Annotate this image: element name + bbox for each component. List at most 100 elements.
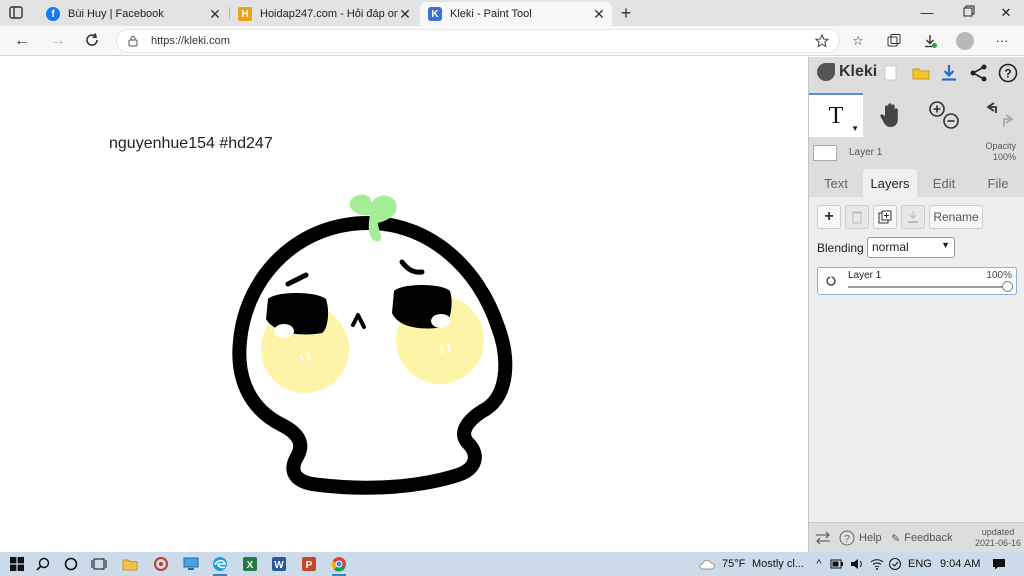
network-icon[interactable] [868, 555, 886, 573]
layer-thumbnail [822, 274, 840, 288]
hand-tool-button[interactable] [863, 93, 917, 137]
open-folder-icon[interactable] [911, 63, 931, 83]
current-layer-name: Layer 1 [849, 147, 883, 158]
address-bar[interactable]: https://kleki.com [116, 29, 840, 53]
tab-edit[interactable]: Edit [917, 169, 971, 197]
favorites-icon[interactable]: ☆ [850, 33, 866, 49]
weather-icon[interactable] [698, 555, 716, 573]
add-favorite-icon[interactable] [814, 33, 830, 48]
downloads-icon[interactable] [922, 33, 938, 49]
browser-tab-kleki[interactable]: K Kleki - Paint Tool ✕ [420, 2, 612, 26]
weather-temp[interactable]: 75°F [722, 558, 745, 570]
text-tool-button[interactable]: T ▼ [809, 93, 863, 137]
weather-summary[interactable]: Mostly cl... [752, 558, 804, 570]
tab-file[interactable]: File [971, 169, 1024, 197]
profile-avatar[interactable] [956, 32, 974, 50]
powerpoint-icon[interactable]: P [300, 555, 318, 573]
input-language[interactable]: ENG [908, 558, 932, 570]
file-explorer-icon[interactable] [121, 555, 139, 573]
pencil-icon: ✎ [891, 532, 901, 545]
cortana-icon[interactable] [62, 555, 80, 573]
close-icon[interactable]: ✕ [398, 6, 412, 23]
browser-tab-facebook[interactable]: f Bùi Huy | Facebook ✕ [38, 2, 228, 26]
share-icon[interactable] [969, 63, 989, 83]
hand-icon [880, 103, 898, 127]
url-text[interactable]: https://kleki.com [151, 35, 230, 47]
rename-layer-button[interactable]: Rename [929, 205, 983, 229]
volume-icon[interactable] [848, 555, 866, 573]
blending-select[interactable]: normal ▼ [867, 237, 955, 258]
windows-start-icon[interactable] [8, 555, 26, 573]
svg-text:P: P [306, 560, 313, 571]
task-view-icon[interactable] [90, 555, 108, 573]
question-icon: ? [839, 530, 855, 546]
layer-thumbnail [813, 145, 837, 161]
desktop-app-icon[interactable] [182, 555, 200, 573]
lock-icon[interactable] [127, 35, 139, 47]
add-layer-button[interactable]: + [817, 205, 841, 229]
chrome-icon[interactable] [330, 555, 348, 576]
forward-icon[interactable]: → [48, 32, 68, 50]
swap-side-button[interactable] [815, 523, 831, 553]
close-window-icon[interactable]: ✕ [997, 4, 1015, 22]
new-tab-button[interactable]: + [616, 3, 636, 23]
layer-name: Layer 1 [848, 270, 882, 281]
layer-opacity-track[interactable] [848, 286, 1008, 288]
updated-info: updated 2021-06-16 [975, 527, 1021, 549]
back-icon[interactable]: ← [12, 32, 32, 50]
tool-row: T ▼ [809, 93, 1024, 137]
battery-icon[interactable] [828, 555, 846, 573]
svg-text:X: X [247, 560, 254, 571]
hoidap-icon: H [238, 7, 252, 21]
more-menu-icon[interactable]: ··· [994, 33, 1010, 49]
edge-browser-icon[interactable] [211, 555, 229, 576]
delete-layer-button[interactable] [845, 205, 869, 229]
collections-icon[interactable] [886, 33, 902, 49]
drawing-canvas[interactable]: nguyenhue154 #hd247 [0, 57, 808, 552]
opacity-readout: Opacity 100% [985, 141, 1016, 163]
app-red-icon[interactable] [152, 555, 170, 573]
undo-redo-button[interactable] [971, 93, 1024, 137]
layers-tab-panel: + Rename Blending normal ▼ Layer 1 100% [809, 197, 1024, 522]
chevron-up-icon[interactable]: ^ [810, 555, 828, 573]
close-icon[interactable]: ✕ [208, 6, 222, 23]
restore-icon[interactable] [960, 4, 978, 22]
tab-actions-icon[interactable] [8, 5, 26, 21]
help-icon[interactable]: ? [998, 63, 1018, 83]
browser-tab-hoidap[interactable]: H Hoidap247.com - Hỏi đáp online ✕ [230, 2, 418, 26]
layer-list-item[interactable]: Layer 1 100% [817, 267, 1017, 295]
facebook-icon: f [46, 7, 60, 21]
notifications-icon[interactable] [990, 555, 1008, 573]
layer-opacity-slider-handle[interactable] [1002, 281, 1013, 292]
search-icon[interactable] [34, 555, 52, 573]
download-icon[interactable] [939, 63, 959, 83]
chevron-down-icon[interactable]: ▼ [851, 124, 859, 133]
new-image-icon[interactable] [881, 63, 901, 83]
minimize-icon[interactable]: — [918, 4, 936, 22]
blending-label: Blending [817, 241, 864, 255]
help-button[interactable]: ? Help [839, 523, 882, 553]
clock-time[interactable]: 9:04 AM [940, 558, 980, 570]
merge-layer-button[interactable] [901, 205, 925, 229]
zoom-button[interactable] [917, 93, 971, 137]
refresh-icon[interactable] [82, 32, 102, 50]
browser-tab-strip: f Bùi Huy | Facebook ✕ H Hoidap247.com -… [0, 0, 1024, 26]
kleki-logo[interactable]: Kleki [817, 63, 877, 81]
opacity-value: 100% [992, 152, 1016, 162]
help-label: Help [859, 532, 882, 544]
close-icon[interactable]: ✕ [592, 6, 606, 23]
trash-icon [852, 211, 862, 224]
feedback-button[interactable]: ✎ Feedback [891, 523, 953, 553]
chevron-down-icon: ▼ [941, 240, 950, 250]
browser-toolbar: ← → https://kleki.com ☆ ··· [0, 26, 1024, 56]
tab-layers[interactable]: Layers [863, 169, 917, 197]
tab-title: Bùi Huy | Facebook [68, 8, 164, 20]
word-icon[interactable]: W [270, 555, 288, 573]
duplicate-layer-button[interactable] [873, 205, 897, 229]
meet-now-icon[interactable] [886, 555, 904, 573]
excel-icon[interactable]: X [241, 555, 259, 573]
windows-taskbar: X W P 75°F Mostly cl... ^ ENG 9:04 AM [0, 552, 1024, 576]
tab-text[interactable]: Text [809, 169, 863, 197]
blending-value: normal [872, 240, 909, 254]
zoom-in-out-icon [929, 101, 959, 129]
